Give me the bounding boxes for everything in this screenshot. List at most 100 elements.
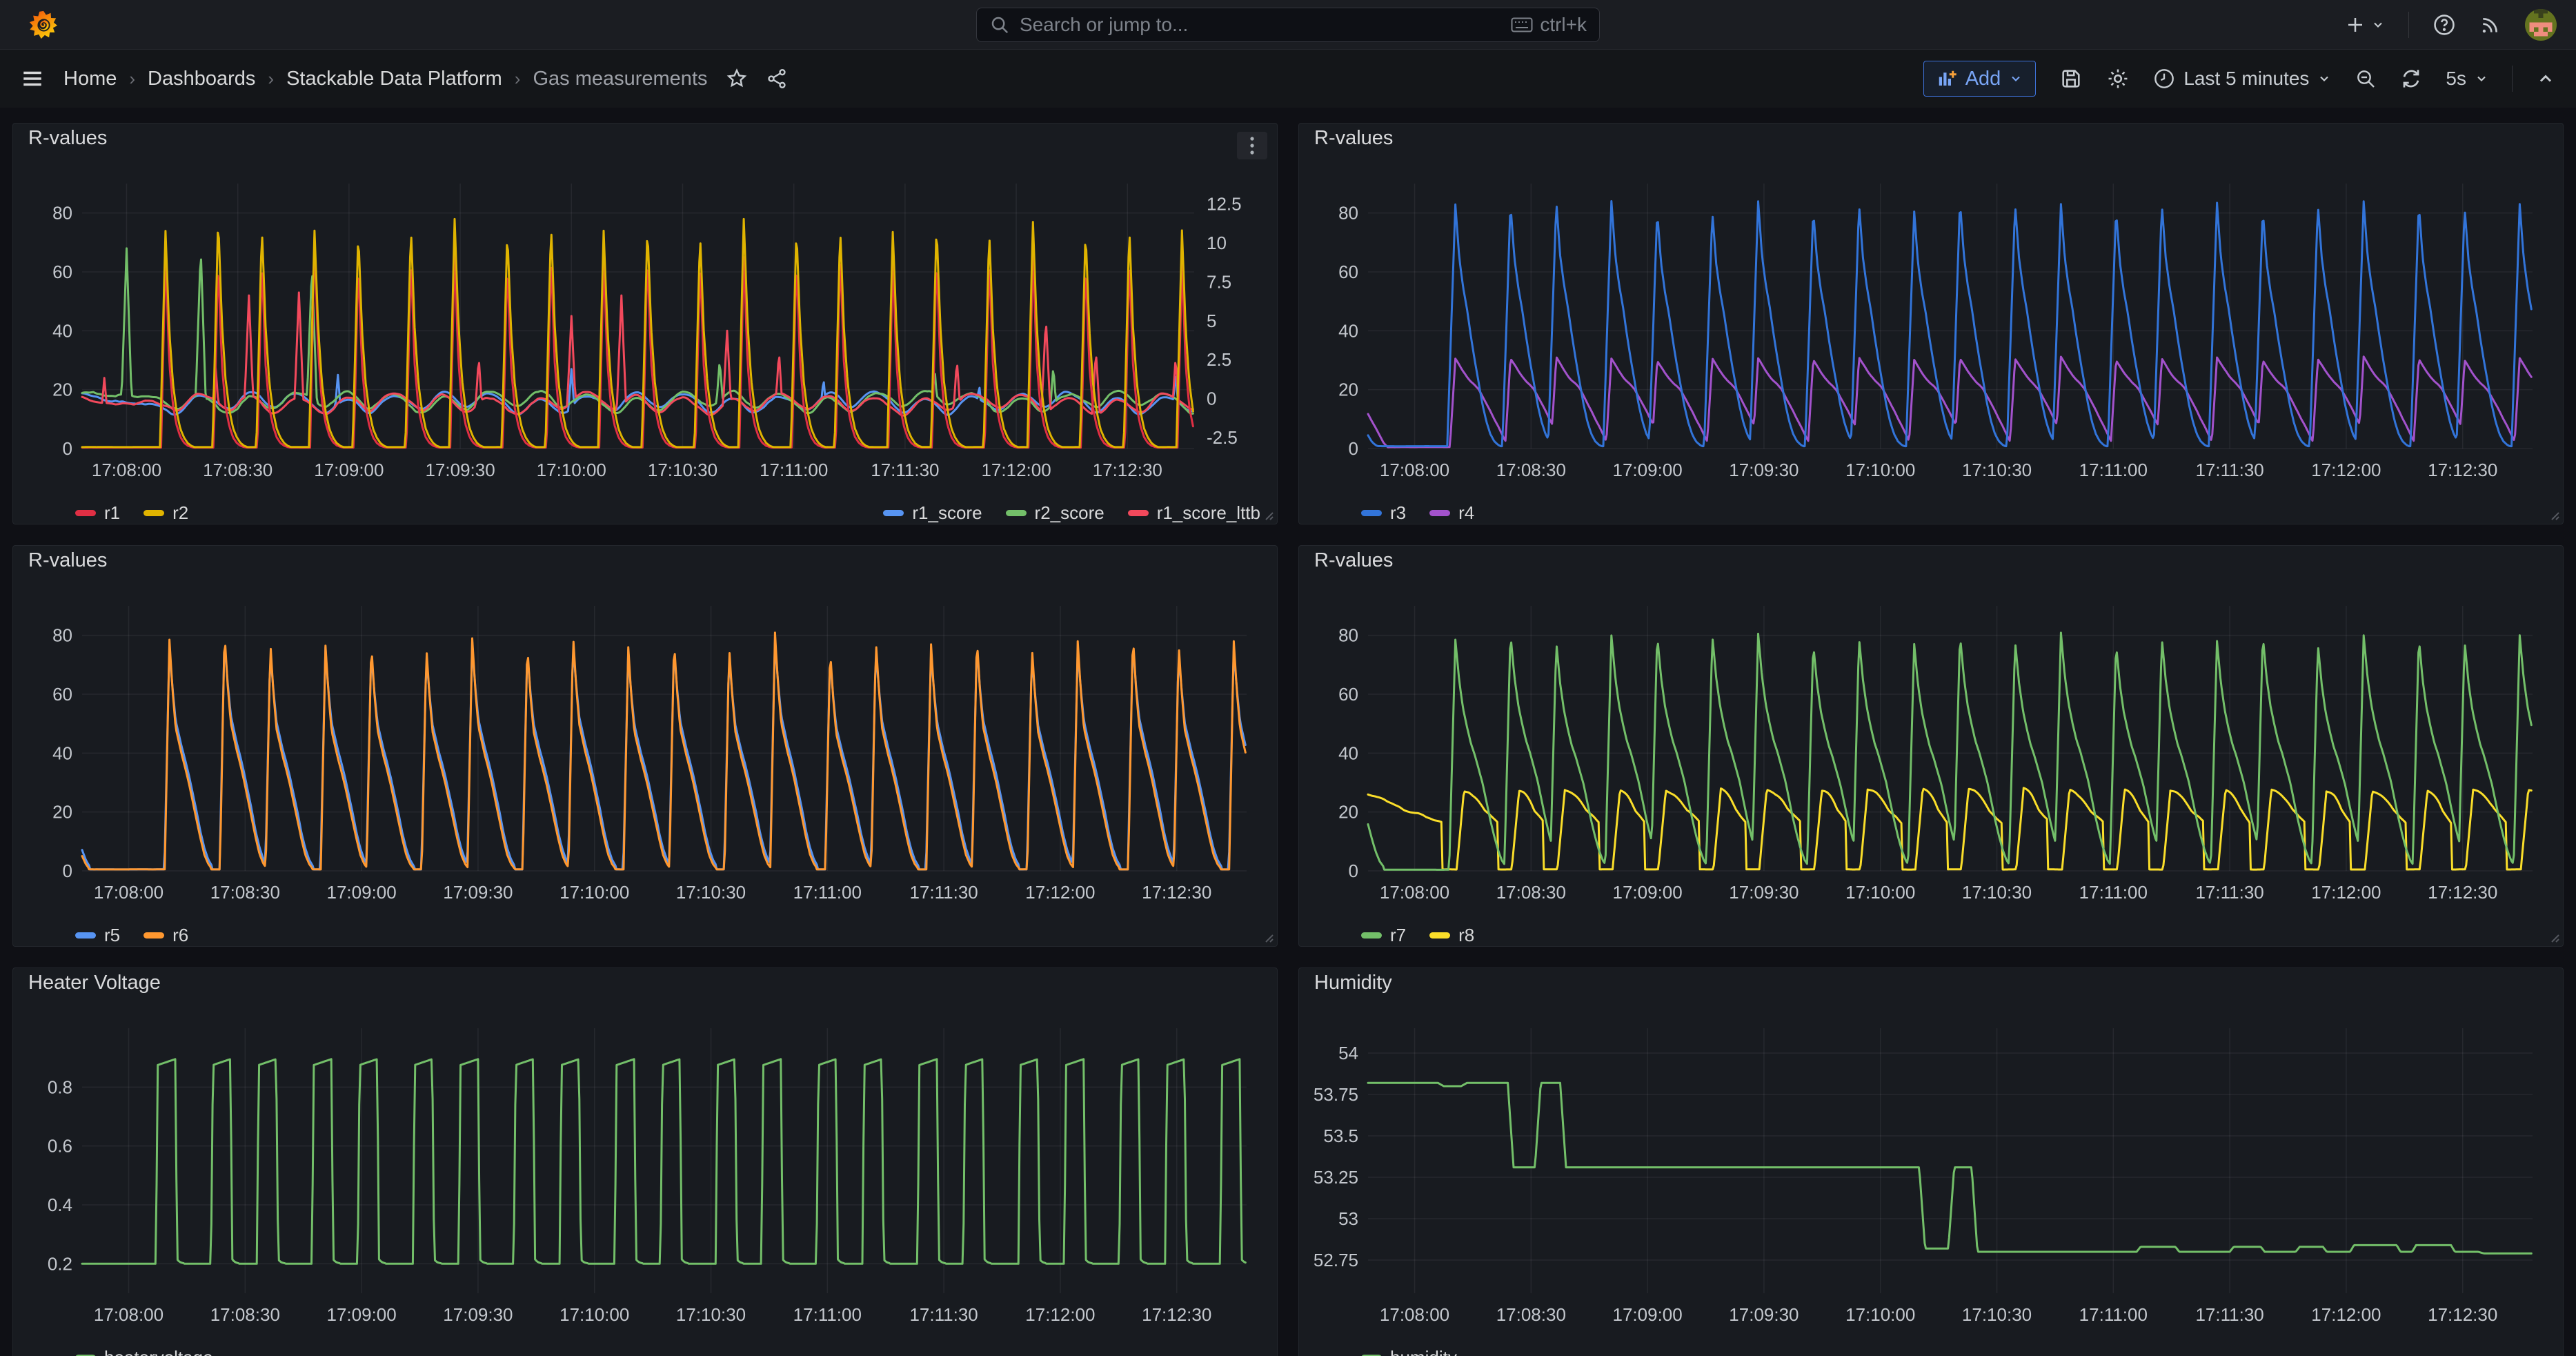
panel-2-chart[interactable]: 17:08:0017:08:3017:09:0017:09:3017:10:00… — [1299, 153, 2563, 498]
legend-item-r8[interactable]: r8 — [1429, 925, 1474, 946]
series-heatervoltage — [82, 1059, 1245, 1264]
divider — [2512, 66, 2513, 92]
y-tick-label: 53.25 — [1314, 1167, 1358, 1188]
star-icon — [726, 68, 748, 90]
y-tick-label: 0 — [1349, 861, 1358, 881]
panel-r-values-3: R-values 17:08:0017:08:3017:09:0017:09:3… — [12, 545, 1278, 947]
new-button[interactable] — [2345, 14, 2385, 35]
share-button[interactable] — [766, 68, 788, 90]
y-right-tick-label: 0 — [1207, 389, 1216, 409]
panel-header[interactable]: R-values — [1299, 124, 2563, 153]
x-tick-label: 17:09:30 — [443, 882, 513, 903]
grafana-logo[interactable] — [28, 9, 59, 41]
panel-header[interactable]: Humidity — [1299, 968, 2563, 998]
time-range-picker[interactable]: Last 5 minutes — [2153, 68, 2331, 90]
breadcrumb-current[interactable]: Gas measurements — [533, 68, 707, 90]
resize-handle[interactable] — [1262, 931, 1274, 943]
legend-item-r5[interactable]: r5 — [75, 925, 120, 946]
legend-item-humidity[interactable]: humidity — [1361, 1347, 1457, 1356]
panel-humidity: Humidity 17:08:0017:08:3017:09:0017:09:3… — [1298, 967, 2564, 1356]
legend-swatch — [75, 510, 96, 516]
search-input[interactable]: Search or jump to... ctrl+k — [976, 8, 1600, 42]
resize-handle[interactable] — [2548, 931, 2560, 943]
x-tick-label: 17:12:00 — [2311, 1304, 2381, 1325]
panel-4-chart[interactable]: 17:08:0017:08:3017:09:0017:09:3017:10:00… — [1299, 576, 2563, 921]
top-bar: Search or jump to... ctrl+k — [0, 0, 2576, 50]
gear-icon — [2106, 67, 2130, 90]
x-tick-label: 17:10:00 — [1845, 460, 1915, 480]
panel-header[interactable]: R-values — [13, 546, 1277, 576]
x-tick-label: 17:08:30 — [210, 1304, 280, 1325]
x-tick-label: 17:08:00 — [92, 460, 161, 480]
legend-label: r3 — [1390, 502, 1406, 524]
legend-label: humidity — [1390, 1347, 1457, 1356]
panel-header[interactable]: R-values — [13, 124, 1277, 153]
refresh-interval-picker[interactable]: 5s — [2446, 68, 2488, 90]
legend-item-r4[interactable]: r4 — [1429, 502, 1474, 524]
humidity-chart[interactable]: 17:08:0017:08:3017:09:0017:09:3017:10:00… — [1299, 998, 2563, 1343]
avatar[interactable] — [2525, 9, 2557, 41]
legend-item-r6[interactable]: r6 — [143, 925, 188, 946]
legend-item-r1_score_lttb[interactable]: r1_score_lttb — [1128, 502, 1260, 524]
x-tick-label: 17:10:00 — [537, 460, 606, 480]
chevron-down-icon — [2317, 72, 2331, 86]
keyboard-icon — [1511, 17, 1533, 33]
y-tick-label: 0.4 — [48, 1195, 72, 1215]
breadcrumb-separator: › — [515, 68, 521, 90]
refresh-interval-label: 5s — [2446, 68, 2466, 90]
panel-menu-button[interactable] — [1237, 132, 1267, 159]
y-tick-label: 40 — [1338, 320, 1358, 341]
collapse-toolbar-button[interactable] — [2536, 69, 2555, 88]
x-tick-label: 17:09:00 — [1613, 1304, 1683, 1325]
resize-handle[interactable] — [2548, 509, 2560, 521]
panel-header[interactable]: R-values — [1299, 546, 2563, 576]
legend-item-r7[interactable]: r7 — [1361, 925, 1406, 946]
menu-toggle[interactable] — [21, 67, 44, 90]
zoom-out-button[interactable] — [2355, 68, 2377, 90]
legend-item-r2[interactable]: r2 — [143, 502, 188, 524]
add-button[interactable]: Add — [1923, 61, 2037, 97]
x-tick-label: 17:10:30 — [676, 1304, 746, 1325]
x-tick-label: 17:10:00 — [1845, 1304, 1915, 1325]
resize-handle[interactable] — [1262, 509, 1274, 521]
series-r1 — [82, 237, 1193, 447]
settings-button[interactable] — [2106, 67, 2130, 90]
panel-header[interactable]: Heater Voltage — [13, 968, 1277, 998]
y-right-tick-label: 5 — [1207, 311, 1216, 331]
panel-title: R-values — [1314, 127, 1393, 150]
breadcrumb-dashboards[interactable]: Dashboards — [148, 68, 255, 90]
news-button[interactable] — [2479, 14, 2501, 36]
chevron-up-icon — [2536, 69, 2555, 88]
chevron-down-icon — [2475, 72, 2488, 86]
panel-title: R-values — [1314, 549, 1393, 572]
x-tick-label: 17:09:00 — [327, 1304, 397, 1325]
legend-item-heatervoltage[interactable]: heatervoltage — [75, 1347, 213, 1356]
series-r3 — [1368, 202, 2531, 446]
legend-label: r2_score — [1035, 502, 1104, 524]
save-button[interactable] — [2059, 67, 2083, 90]
y-tick-label: 0 — [63, 861, 72, 881]
x-tick-label: 17:09:00 — [327, 882, 397, 903]
save-icon — [2059, 67, 2083, 90]
x-tick-label: 17:12:30 — [2428, 460, 2497, 480]
legend-item-r3[interactable]: r3 — [1361, 502, 1406, 524]
x-tick-label: 17:11:30 — [2195, 460, 2263, 480]
breadcrumb-folder[interactable]: Stackable Data Platform — [286, 68, 502, 90]
x-tick-label: 17:09:00 — [314, 460, 384, 480]
heater-voltage-chart[interactable]: 17:08:0017:08:3017:09:0017:09:3017:10:00… — [13, 998, 1277, 1343]
x-tick-label: 17:11:30 — [909, 882, 978, 903]
breadcrumb-home[interactable]: Home — [63, 68, 117, 90]
x-tick-label: 17:12:30 — [1142, 1304, 1211, 1325]
help-button[interactable] — [2433, 13, 2456, 37]
refresh-button[interactable] — [2400, 68, 2422, 90]
series-r5 — [82, 641, 1245, 869]
x-tick-label: 17:08:00 — [1380, 1304, 1449, 1325]
legend-item-r1_score[interactable]: r1_score — [883, 502, 982, 524]
legend-item-r2_score[interactable]: r2_score — [1006, 502, 1104, 524]
x-tick-label: 17:11:30 — [909, 1304, 978, 1325]
panel-1-chart[interactable]: 17:08:0017:08:3017:09:0017:09:3017:10:00… — [13, 153, 1277, 498]
x-tick-label: 17:09:30 — [1729, 460, 1799, 480]
panel-3-chart[interactable]: 17:08:0017:08:3017:09:0017:09:3017:10:00… — [13, 576, 1277, 921]
favorite-button[interactable] — [726, 68, 748, 90]
legend-item-r1[interactable]: r1 — [75, 502, 120, 524]
